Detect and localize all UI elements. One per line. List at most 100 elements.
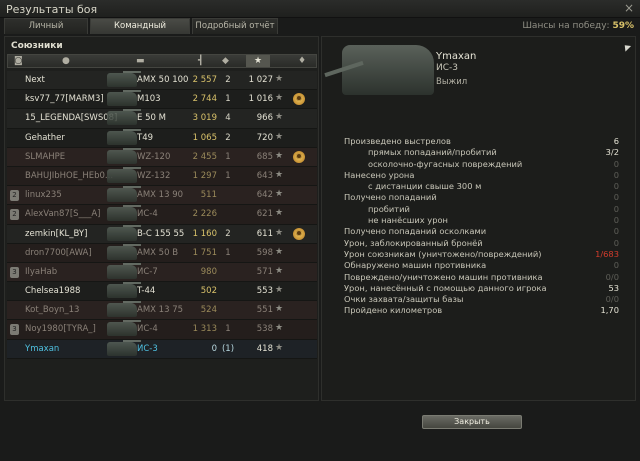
player-name: Ymaxan [436, 51, 477, 62]
ally-vehicle: WZ-132 [137, 170, 171, 181]
ally-damage: 1 160 [192, 228, 217, 239]
ally-vehicle: ИС-4 [137, 209, 158, 220]
star-icon: ★ [275, 246, 284, 257]
stat-label: Урон союзникам (уничтожено/повреждений) [344, 248, 542, 259]
stat-value: 1,70 [600, 305, 619, 316]
stats-list: Произведено выстрелов 6 прямых попаданий/п… [344, 136, 619, 317]
star-icon: ★ [275, 112, 284, 123]
ally-name: zemkin[KL_BY] [25, 228, 88, 239]
ally-xp: 551 [256, 305, 273, 316]
ally-name: Gehather [25, 132, 65, 143]
tab-team-result[interactable]: Командный результат [90, 18, 190, 46]
stat-value: 1/683 [595, 248, 619, 259]
ally-damage: 502 [200, 286, 217, 297]
ally-xp: 642 [256, 190, 273, 201]
star-icon: ★ [275, 265, 284, 276]
tank-icon [107, 128, 141, 145]
ally-name: BAHUJIbHOE_HEb0... [25, 170, 114, 181]
stat-value: 0 [613, 169, 619, 180]
stat-label: Получено попаданий [344, 192, 437, 203]
stat-value: 0 [613, 192, 619, 203]
ally-damage: 2 744 [192, 94, 217, 105]
platoon-icon[interactable]: ◙ [14, 56, 23, 66]
medal-icon[interactable]: ✹ [293, 93, 305, 106]
kills-icon[interactable]: ◆ [222, 56, 229, 66]
ally-row[interactable]: Chelsea1988 T-44 502 553 ★ [7, 282, 317, 302]
tank-icon [107, 339, 141, 356]
ally-row[interactable]: Kot_Boyn_13 AMX 13 75 524 551 ★ [7, 301, 317, 321]
ally-kills: 1 [225, 324, 231, 335]
ally-name: IlyaHab [25, 266, 58, 277]
ally-damage: 0 [211, 343, 217, 354]
ally-kills: (1) [221, 343, 235, 354]
ally-name: Kot_Boyn_13 [25, 305, 80, 316]
tank-icon [107, 243, 141, 260]
tank-icon [107, 224, 141, 241]
ally-row[interactable]: SLMAHPE WZ-120 2 455 1 685 ★ ✹ [7, 147, 317, 167]
ally-xp: 1 016 [248, 94, 273, 105]
star-icon: ★ [275, 189, 284, 200]
ally-vehicle: ИС-7 [137, 266, 158, 277]
ally-damage: 2 455 [192, 151, 217, 162]
ally-row[interactable]: Next AMX 50 100 2 557 2 1 027 ★ [7, 71, 317, 91]
stat-row: Урон, нанесённый с помощью данного игрок… [344, 283, 619, 294]
star-icon: ★ [275, 323, 284, 334]
stat-row: Пройдено километров 1,70 [344, 305, 619, 316]
ally-kills: 1 [225, 151, 231, 162]
platoon-badge: 2 [10, 190, 19, 202]
close-button[interactable]: Закрыть [422, 415, 522, 429]
ally-damage: 2 226 [192, 209, 217, 220]
ally-row[interactable]: Gehather T49 1 065 2 720 ★ [7, 128, 317, 148]
ally-row[interactable]: 2 AlexVan87[S___A] ИС-4 2 226 621 ★ [7, 205, 317, 225]
ally-vehicle: ИС-3 [137, 343, 158, 354]
ally-xp: 571 [256, 266, 273, 277]
stat-row: Урон союзникам (уничтожено/повреждений) 1… [344, 249, 619, 260]
ally-name: SLMAHPE [25, 151, 66, 162]
stat-row: Повреждено/уничтожено машин противника 0/… [344, 272, 619, 283]
medal-icon[interactable]: ✹ [293, 227, 305, 240]
ally-row[interactable]: 15_LEGENDA[SWS08] E 50 M 3 019 4 966 ★ [7, 109, 317, 129]
ally-row[interactable]: Ymaxan ИС-3 0 (1) 418 ★ [7, 339, 317, 359]
ally-xp: 553 [256, 286, 273, 297]
player-vehicle: ИС-3 [436, 63, 458, 73]
ally-xp: 685 [256, 151, 273, 162]
ally-vehicle: ИС-4 [137, 324, 158, 335]
stat-row: Получено попаданий 0 [344, 192, 619, 203]
ally-row[interactable]: ksv77_77[MARM3] M103 2 744 1 1 016 ★ ✹ [7, 90, 317, 110]
stat-value: 0/0 [605, 271, 619, 282]
medal-icon[interactable]: ♦ [298, 56, 306, 66]
ally-row[interactable]: BAHUJIbHOE_HEb0... WZ-132 1 297 1 643 ★ [7, 166, 317, 187]
close-icon[interactable]: × [624, 1, 634, 15]
ally-damage: 2 557 [192, 75, 217, 85]
ally-row[interactable]: 2 linux235 AMX 13 90 511 642 ★ [7, 186, 317, 206]
ally-damage: 1 065 [192, 132, 217, 143]
player-icon[interactable]: ● [62, 56, 70, 66]
star-icon: ★ [275, 131, 284, 142]
ally-row[interactable]: 3 Noy1980[TYRA_] ИС-4 1 313 1 538 ★ [7, 320, 317, 340]
ally-vehicle: AMX 13 75 [137, 305, 184, 316]
stat-label: Урон, заблокированный бронёй [344, 237, 483, 248]
ally-kills: 1 [225, 94, 231, 105]
tab-detailed-report[interactable]: Подробный отчёт [192, 18, 278, 34]
ally-name: Noy1980[TYRA_] [25, 324, 96, 335]
ally-vehicle: AMX 50 100 [137, 75, 189, 85]
tank-icon [107, 109, 141, 126]
xp-icon[interactable]: ★ [254, 56, 262, 66]
ally-vehicle: T-44 [137, 286, 156, 297]
stat-value: 6 [613, 136, 619, 146]
ally-kills: 4 [225, 113, 231, 124]
ally-row[interactable]: dron7700[AWA] AMX 50 B 1 751 1 598 ★ [7, 243, 317, 263]
stat-label: Нанесено урона [344, 169, 415, 180]
ally-row[interactable]: 3 IlyaHab ИС-7 980 571 ★ [7, 262, 317, 283]
stat-value: 0 [613, 226, 619, 237]
stat-value: 0 [613, 203, 619, 214]
medal-icon[interactable]: ✹ [293, 150, 305, 163]
damage-icon[interactable]: ┫ [198, 56, 203, 66]
stat-row: Обнаружено машин противника 0 [344, 260, 619, 271]
ally-row[interactable]: zemkin[KL_BY] B-C 155 55 1 160 2 611 ★ ✹ [7, 224, 317, 244]
stat-label: Получено попаданий осколками [344, 226, 487, 237]
tab-bar: Личный результат Командный результат Под… [0, 18, 640, 46]
star-icon: ★ [275, 93, 284, 104]
tank-icon[interactable]: ▬ [136, 56, 145, 66]
tab-personal-result[interactable]: Личный результат [4, 18, 88, 46]
